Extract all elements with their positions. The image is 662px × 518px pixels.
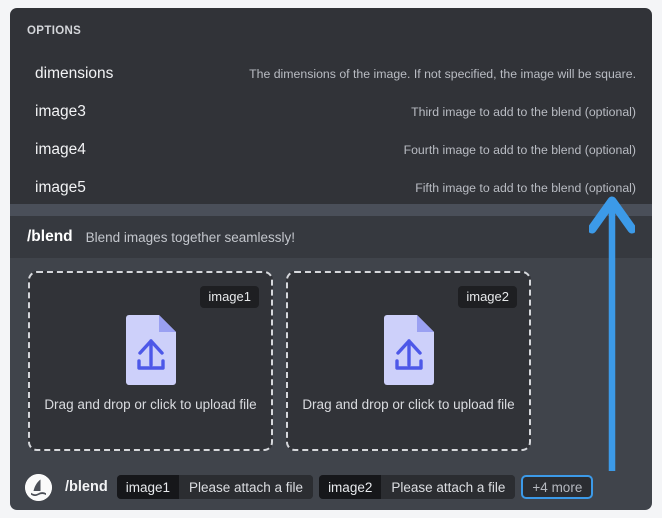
command-bar: /blend image1 Please attach a file image…: [10, 464, 652, 510]
command-bar-chips: image1 Please attach a file image2 Pleas…: [116, 475, 594, 499]
app-root: OPTIONS dimensions The dimensions of the…: [0, 0, 662, 518]
panel-divider: [10, 204, 652, 216]
dropzone-badge-image2: image2: [458, 286, 517, 308]
chip-key: image1: [116, 475, 179, 499]
options-panel: OPTIONS dimensions The dimensions of the…: [10, 8, 652, 204]
dropzone-image1[interactable]: image1 Drag and drop or click to upload …: [28, 271, 273, 451]
option-name: dimensions: [35, 65, 114, 82]
option-row-image3[interactable]: image3 Third image to add to the blend (…: [28, 101, 636, 123]
blend-command-name: /blend: [27, 228, 73, 245]
file-upload-icon: [124, 315, 178, 385]
more-options-button[interactable]: +4 more: [521, 475, 594, 499]
blend-command-header: /blend Blend images together seamlessly!: [10, 216, 652, 258]
option-description: Fifth image to add to the blend (optiona…: [415, 181, 636, 195]
option-description: The dimensions of the image. If not spec…: [249, 67, 636, 81]
chip-key: image2: [319, 475, 382, 499]
chip-value: Please attach a file: [178, 475, 314, 499]
options-header-label: OPTIONS: [27, 25, 82, 37]
chip-value: Please attach a file: [381, 475, 516, 499]
dropzone-caption: Drag and drop or click to upload file: [44, 397, 257, 412]
dropzone-badge-image1: image1: [200, 286, 259, 308]
chip-image2[interactable]: image2 Please attach a file: [319, 475, 516, 499]
option-row-dimensions[interactable]: dimensions The dimensions of the image. …: [28, 63, 636, 85]
blend-command-description: Blend images together seamlessly!: [85, 229, 295, 245]
file-upload-icon: [382, 315, 436, 385]
midjourney-sailboat-avatar: [25, 473, 52, 501]
option-description: Third image to add to the blend (optiona…: [411, 105, 636, 119]
chip-image1[interactable]: image1 Please attach a file: [116, 475, 314, 499]
option-row-image4[interactable]: image4 Fourth image to add to the blend …: [28, 139, 636, 161]
option-row-image5[interactable]: image5 Fifth image to add to the blend (…: [28, 177, 636, 199]
dropzone-image2[interactable]: image2 Drag and drop or click to upload …: [286, 271, 531, 451]
option-description: Fourth image to add to the blend (option…: [403, 143, 636, 157]
dropzone-caption: Drag and drop or click to upload file: [302, 397, 515, 412]
command-bar-command: /blend: [65, 479, 108, 495]
option-name: image5: [35, 179, 86, 196]
dropzone-container: image1 Drag and drop or click to upload …: [10, 258, 652, 464]
option-name: image4: [35, 141, 86, 158]
option-name: image3: [35, 103, 86, 120]
